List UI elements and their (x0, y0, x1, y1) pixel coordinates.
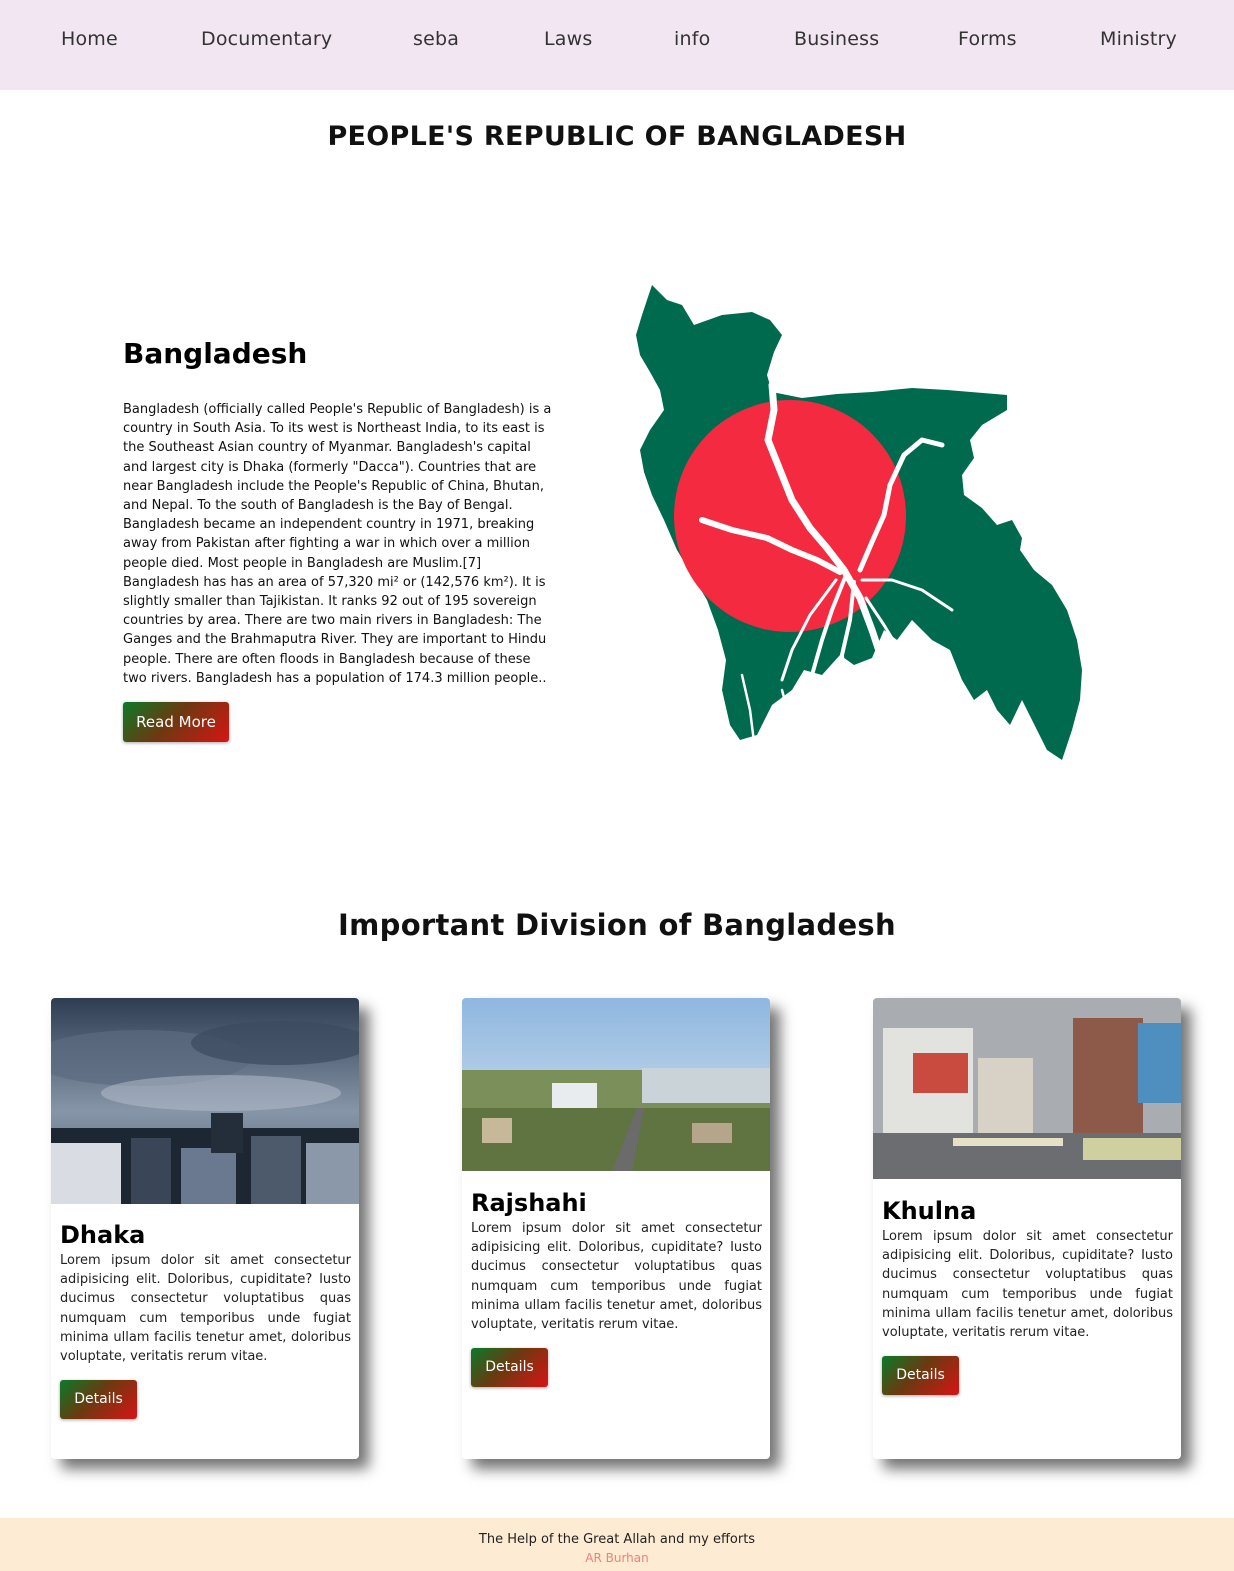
intro-heading: Bangladesh (123, 337, 308, 370)
card-name: Rajshahi (471, 1189, 587, 1217)
details-button[interactable]: Details (882, 1356, 959, 1395)
division-card-khulna: Khulna Lorem ipsum dolor sit amet consec… (873, 998, 1181, 1459)
read-more-button[interactable]: Read More (123, 702, 229, 742)
card-name: Khulna (882, 1197, 977, 1225)
nav-documentary[interactable]: Documentary (201, 28, 332, 50)
card-name: Dhaka (60, 1221, 146, 1249)
khulna-city-photo (873, 998, 1181, 1179)
card-text: Lorem ipsum dolor sit amet consectetur a… (471, 1221, 762, 1333)
rajshahi-city-photo (462, 998, 770, 1171)
card-text: Lorem ipsum dolor sit amet consectetur a… (882, 1229, 1173, 1341)
nav-forms[interactable]: Forms (958, 28, 1017, 50)
nav-home[interactable]: Home (61, 28, 118, 50)
nav-seba[interactable]: seba (413, 28, 459, 50)
dhaka-city-photo (51, 998, 359, 1204)
details-button[interactable]: Details (471, 1348, 548, 1387)
nav-laws[interactable]: Laws (544, 28, 592, 50)
bangladesh-flag-map-image (636, 285, 1082, 760)
footer-credit: The Help of the Great Allah and my effor… (478, 1532, 756, 1547)
division-card-rajshahi: Rajshahi Lorem ipsum dolor sit amet cons… (462, 998, 770, 1459)
top-nav: Home Documentary seba Laws info Business… (0, 0, 1234, 90)
page-title: PEOPLE'S REPUBLIC OF BANGLADESH (327, 121, 907, 152)
divisions-title: Important Division of Bangladesh (338, 908, 896, 942)
footer-author: AR Burhan (585, 1551, 649, 1565)
nav-info[interactable]: info (674, 28, 710, 50)
nav-business[interactable]: Business (794, 28, 879, 50)
intro-text: Bangladesh (officially called People's R… (123, 402, 552, 686)
nav-ministry[interactable]: Ministry (1100, 28, 1177, 50)
footer: The Help of the Great Allah and my effor… (0, 1518, 1234, 1571)
card-text: Lorem ipsum dolor sit amet consectetur a… (60, 1253, 351, 1365)
details-button[interactable]: Details (60, 1380, 137, 1419)
division-card-dhaka: Dhaka Lorem ipsum dolor sit amet consect… (51, 998, 359, 1459)
